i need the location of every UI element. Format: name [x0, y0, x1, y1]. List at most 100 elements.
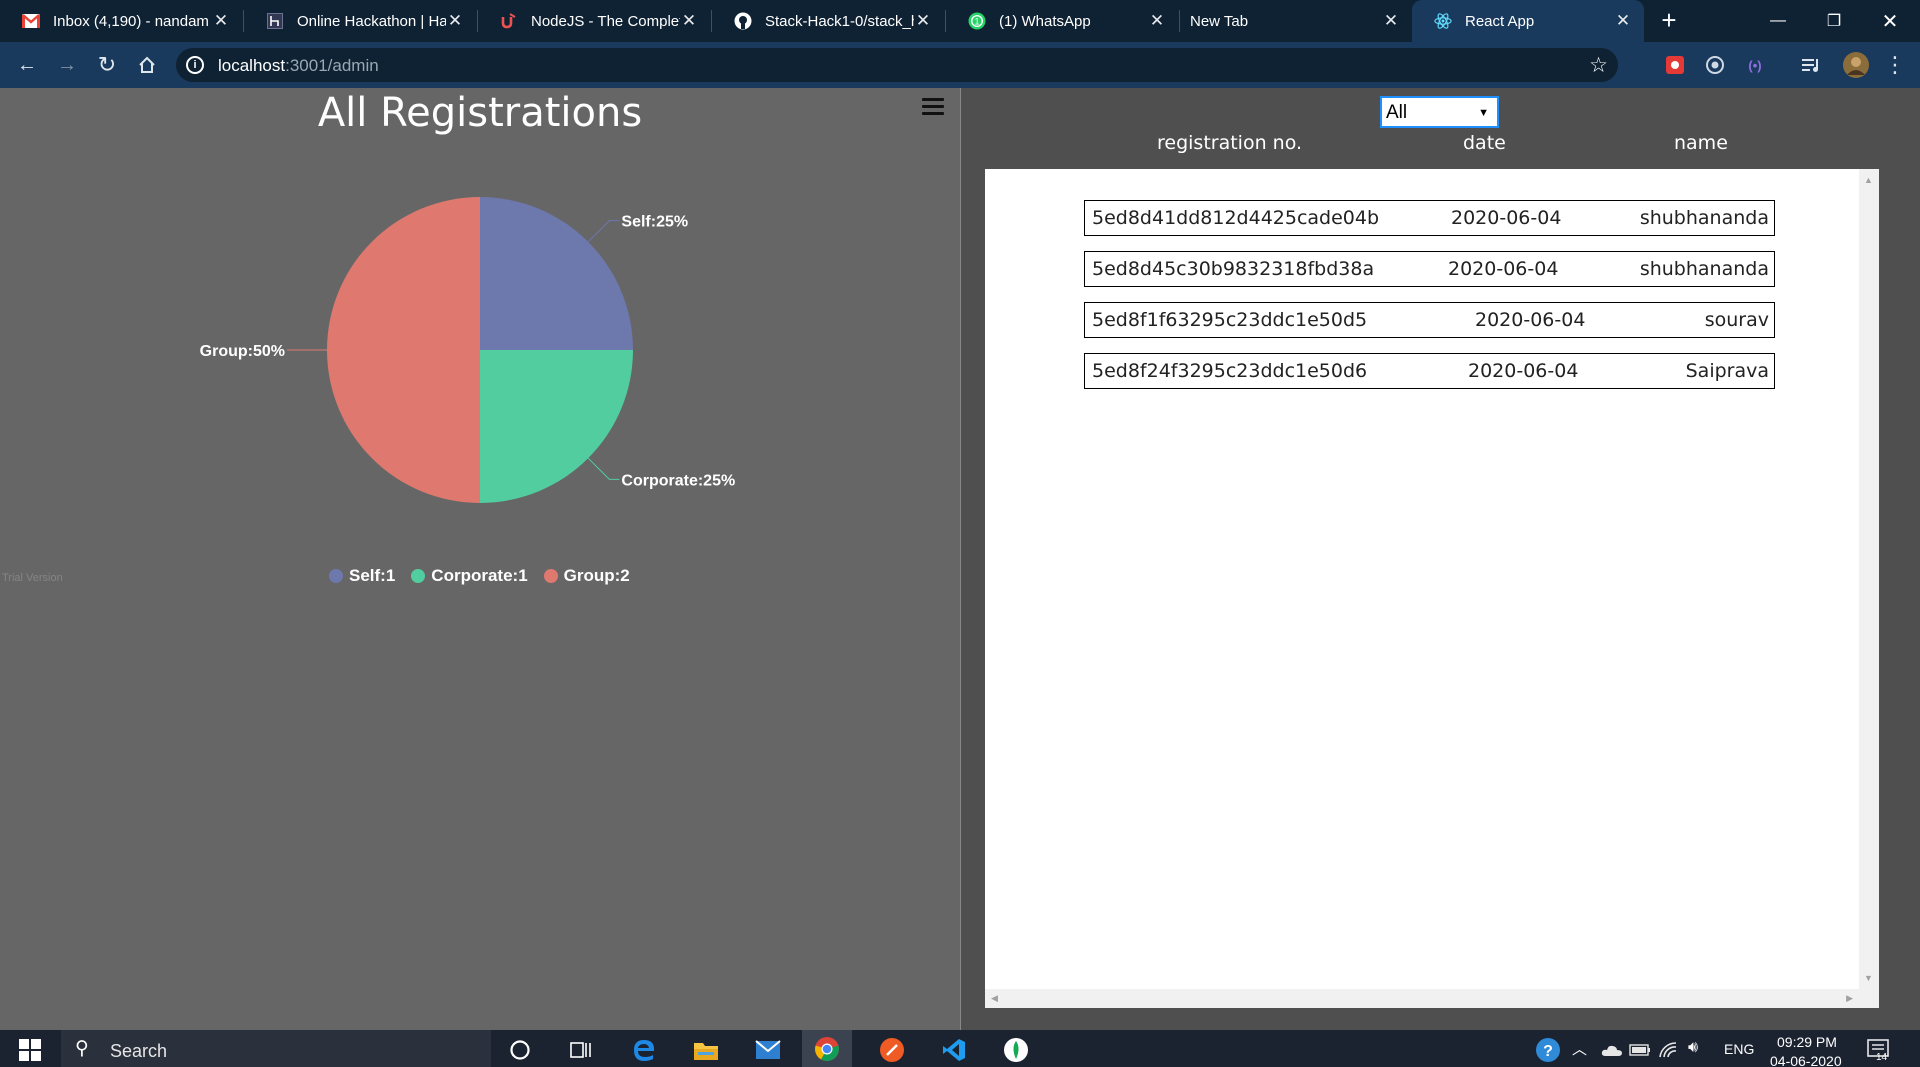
tab-new-tab[interactable]: New Tab ✕ [1180, 0, 1412, 42]
dropdown-caret-icon: ▼ [1478, 107, 1489, 119]
hackerearth-icon [266, 12, 284, 30]
tab-close-icon[interactable]: ✕ [914, 11, 932, 31]
pie-slice-corporate[interactable] [480, 350, 633, 503]
tab-hackathon[interactable]: Online Hackathon | Hac ✕ [244, 0, 476, 42]
scroll-down-arrow-icon[interactable]: ▼ [1864, 973, 1873, 983]
row-registration-no: 5ed8f24f3295c23ddc1e50d6 [1092, 360, 1368, 382]
task-view-icon[interactable] [567, 1036, 595, 1064]
cortana-icon[interactable] [506, 1036, 534, 1064]
column-header-date: date [1463, 132, 1506, 154]
tab-close-icon[interactable]: ✕ [680, 11, 698, 31]
address-bar[interactable]: i localhost:3001/admin ☆ [176, 48, 1618, 82]
tab-whatsapp[interactable]: 1 (1) WhatsApp ✕ [946, 0, 1178, 42]
url-text[interactable]: localhost:3001/admin [218, 56, 379, 76]
tab-udemy[interactable]: NodeJS - The Complete ✕ [478, 0, 710, 42]
legend-item-corporate[interactable]: Corporate:1 [411, 566, 528, 586]
legend-item-group[interactable]: Group:2 [543, 566, 630, 586]
file-explorer-icon[interactable] [692, 1036, 720, 1064]
tab-close-icon[interactable]: ✕ [1148, 11, 1166, 31]
registrations-list[interactable]: 5ed8d41dd812d4425cade04b 2020-06-04 shub… [985, 169, 1879, 1008]
legend-item-self[interactable]: Self:1 [329, 566, 395, 586]
pie-chart: Self:25% Corporate:25% Group:50% [200, 197, 735, 503]
tab-github[interactable]: Stack-Hack1-0/stack_h ✕ [712, 0, 944, 42]
column-header-name: name [1674, 132, 1728, 154]
mongodb-compass-icon[interactable] [1002, 1036, 1030, 1064]
pie-label-leader-line [587, 457, 620, 480]
pie-slice-group[interactable] [327, 197, 480, 503]
extension-target-icon[interactable] [1704, 54, 1726, 76]
avatar[interactable] [1841, 50, 1871, 80]
tab-close-icon[interactable]: ✕ [446, 11, 464, 31]
tab-react-app[interactable]: React App ✕ [1412, 0, 1644, 42]
table-row[interactable]: 5ed8d45c30b9832318fbd38a 2020-06-04 shub… [1084, 251, 1775, 287]
udemy-icon [500, 12, 518, 30]
mail-icon[interactable] [754, 1036, 782, 1064]
tab-gmail[interactable]: Inbox (4,190) - nandam ✕ [0, 0, 242, 42]
chart-legend: Self:1 Corporate:1 Group:2 [329, 566, 646, 586]
tab-title: Stack-Hack1-0/stack_h [765, 12, 914, 30]
scroll-up-arrow-icon[interactable]: ▲ [1864, 175, 1873, 185]
row-date: 2020-06-04 [1451, 207, 1562, 229]
scroll-left-arrow-icon[interactable]: ◀ [991, 993, 998, 1004]
notification-count-badge: 14 [1876, 1052, 1888, 1063]
table-row[interactable]: 5ed8f24f3295c23ddc1e50d6 2020-06-04 Saip… [1084, 353, 1775, 389]
onedrive-icon[interactable] [1598, 1036, 1626, 1064]
wifi-icon[interactable] [1654, 1036, 1682, 1064]
tab-title: Inbox (4,190) - nandam [53, 12, 209, 30]
help-icon[interactable]: ? [1534, 1036, 1562, 1064]
taskbar-search-box[interactable]: ⚲ Search [61, 1030, 491, 1067]
row-date: 2020-06-04 [1468, 360, 1579, 382]
pie-index-label: Corporate:25% [621, 472, 735, 489]
windows-start-icon[interactable] [16, 1036, 44, 1064]
row-date: 2020-06-04 [1448, 258, 1559, 280]
extension-red-icon[interactable] [1664, 54, 1686, 76]
clock-date[interactable]: 04-06-2020 [1770, 1053, 1842, 1067]
row-name: Saiprava [1685, 360, 1769, 382]
browser-menu-icon[interactable]: ⋮ [1884, 52, 1906, 77]
horizontal-scrollbar[interactable]: ◀ ▶ [985, 989, 1879, 1008]
edge-icon[interactable] [630, 1036, 658, 1064]
postman-icon[interactable] [878, 1036, 906, 1064]
vertical-scrollbar[interactable]: ▲ ▼ [1859, 169, 1879, 989]
scroll-right-arrow-icon[interactable]: ▶ [1846, 993, 1853, 1004]
svg-text:1: 1 [974, 17, 979, 27]
windows-taskbar: ⚲ Search ? ︿ 🔊︎ ENG 09:29 PM 04-06-2020 [0, 1030, 1920, 1067]
home-icon[interactable] [133, 51, 161, 79]
media-queue-icon[interactable] [1800, 54, 1822, 76]
tab-close-icon[interactable]: ✕ [212, 11, 230, 31]
volume-icon[interactable]: 🔊︎ [1688, 1039, 1698, 1057]
new-tab-plus-icon[interactable]: + [1655, 7, 1683, 35]
filter-select[interactable]: All ▼ [1380, 96, 1499, 128]
tab-close-icon[interactable]: ✕ [1614, 11, 1632, 31]
language-indicator[interactable]: ENG [1724, 1041, 1754, 1057]
forward-arrow-icon[interactable]: → [53, 51, 81, 79]
row-registration-no: 5ed8d45c30b9832318fbd38a [1092, 258, 1375, 280]
tab-title: React App [1465, 12, 1535, 30]
vscode-icon[interactable] [940, 1036, 968, 1064]
browser-tab-strip: Inbox (4,190) - nandam ✕ Online Hackatho… [0, 0, 1920, 42]
site-info-icon[interactable]: i [186, 56, 204, 74]
tab-close-icon[interactable]: ✕ [1382, 11, 1400, 31]
table-row[interactable]: 5ed8d41dd812d4425cade04b 2020-06-04 shub… [1084, 200, 1775, 236]
table-row[interactable]: 5ed8f1f63295c23ddc1e50d5 2020-06-04 sour… [1084, 302, 1775, 338]
legend-swatch [329, 569, 343, 583]
chrome-taskbar-icon[interactable] [802, 1030, 852, 1067]
registrations-panel: All ▼ registration no. date name 5ed8d41… [961, 88, 1920, 1030]
pie-slice-self[interactable] [480, 197, 633, 350]
github-icon [734, 12, 752, 30]
minimize-icon[interactable]: — [1750, 0, 1806, 42]
back-arrow-icon[interactable]: ← [13, 51, 41, 79]
tray-chevron-up-icon[interactable]: ︿ [1572, 1038, 1587, 1059]
legend-label: Corporate:1 [431, 566, 528, 585]
pie-label-leader-line [587, 220, 620, 243]
restore-icon[interactable]: ❐ [1806, 0, 1862, 42]
extension-cast-icon[interactable]: (•) [1744, 54, 1766, 76]
reload-icon[interactable]: ↻ [93, 51, 121, 79]
url-path: :3001/admin [285, 56, 379, 75]
row-name: shubhananda [1639, 258, 1769, 280]
battery-icon[interactable] [1626, 1036, 1654, 1064]
clock-time[interactable]: 09:29 PM [1777, 1034, 1837, 1050]
close-window-icon[interactable]: ✕ [1862, 0, 1918, 42]
legend-label: Group:2 [563, 566, 630, 585]
bookmark-star-icon[interactable]: ☆ [1589, 53, 1608, 78]
